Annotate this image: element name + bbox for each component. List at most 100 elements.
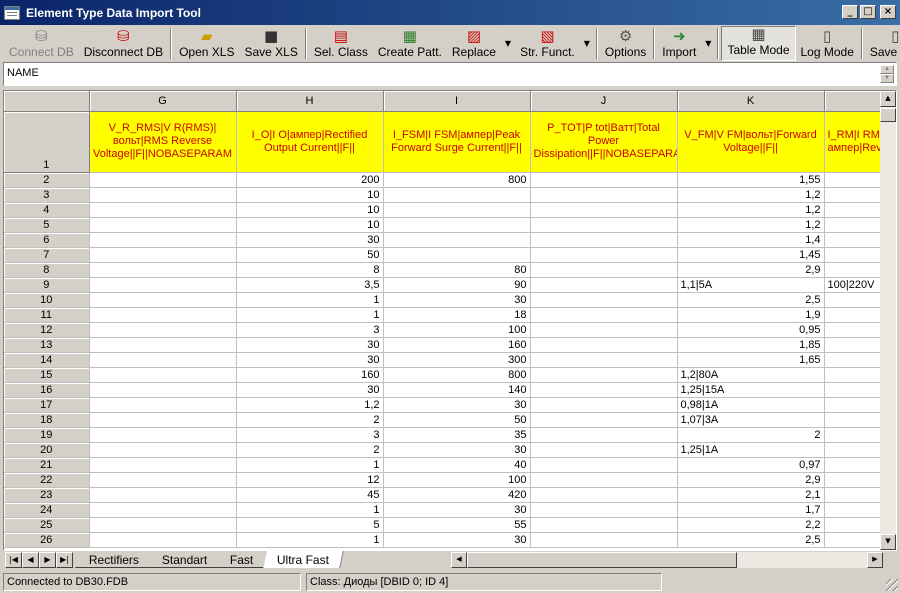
- scroll-up-icon[interactable]: ▲: [880, 91, 896, 107]
- table-cell[interactable]: [824, 172, 881, 188]
- row-header[interactable]: 5: [4, 217, 90, 233]
- table-cell[interactable]: [89, 367, 237, 383]
- table-cell[interactable]: [89, 262, 237, 278]
- import-button[interactable]: ➜ Import: [657, 25, 701, 62]
- table-cell[interactable]: 1,55: [677, 172, 825, 188]
- table-cell[interactable]: 1,25|15A: [677, 382, 825, 398]
- scroll-right-icon[interactable]: ▶: [867, 552, 883, 568]
- table-cell[interactable]: [824, 262, 881, 278]
- table-cell[interactable]: 90: [383, 277, 531, 293]
- table-cell[interactable]: 2: [677, 427, 825, 443]
- table-cell[interactable]: [824, 247, 881, 263]
- table-cell[interactable]: [383, 217, 531, 233]
- table-cell[interactable]: 420: [383, 487, 531, 503]
- table-cell[interactable]: 1,45: [677, 247, 825, 263]
- table-cell[interactable]: [383, 202, 531, 218]
- table-cell[interactable]: 18: [383, 307, 531, 323]
- log-mode-button[interactable]: ▯ Log Mode: [796, 25, 859, 62]
- table-cell[interactable]: [530, 382, 678, 398]
- table-cell[interactable]: 2: [236, 442, 384, 458]
- table-cell[interactable]: 40: [383, 457, 531, 473]
- close-button[interactable]: ×: [880, 5, 896, 19]
- table-cell[interactable]: [824, 217, 881, 233]
- table-cell[interactable]: 30: [236, 337, 384, 353]
- sheet-tab[interactable]: Standart: [148, 551, 223, 568]
- param-header-cell[interactable]: V_R_RMS|V R(RMS)|вольт|RMS Reverse Volta…: [89, 111, 237, 173]
- table-cell[interactable]: 1,85: [677, 337, 825, 353]
- table-cell[interactable]: [89, 532, 237, 548]
- table-cell[interactable]: 8: [236, 262, 384, 278]
- row-header[interactable]: 12: [4, 322, 90, 338]
- table-cell[interactable]: [530, 322, 678, 338]
- cell-content-spinner[interactable]: ▲ ▼: [880, 65, 894, 83]
- table-cell[interactable]: [824, 187, 881, 203]
- table-cell[interactable]: [824, 322, 881, 338]
- row-header[interactable]: 20: [4, 442, 90, 458]
- table-cell[interactable]: [89, 337, 237, 353]
- table-cell[interactable]: 0,97: [677, 457, 825, 473]
- table-cell[interactable]: 30: [383, 442, 531, 458]
- open-xls-button[interactable]: ▰ Open XLS: [174, 25, 239, 62]
- table-cell[interactable]: [89, 232, 237, 248]
- table-cell[interactable]: [89, 457, 237, 473]
- row-header[interactable]: 8: [4, 262, 90, 278]
- column-header[interactable]: I: [383, 91, 531, 112]
- table-cell[interactable]: [824, 352, 881, 368]
- spin-down-icon[interactable]: ▼: [880, 74, 894, 83]
- table-cell[interactable]: 1,07|3A: [677, 412, 825, 428]
- column-header[interactable]: H: [236, 91, 384, 112]
- row-header[interactable]: 18: [4, 412, 90, 428]
- table-cell[interactable]: [530, 517, 678, 533]
- save-log-button[interactable]: ▯ Save Log: [865, 25, 900, 62]
- prev-sheet-icon[interactable]: ◀: [22, 552, 39, 568]
- table-cell[interactable]: [530, 397, 678, 413]
- column-header[interactable]: [824, 91, 881, 112]
- table-cell[interactable]: 30: [383, 502, 531, 518]
- row-header[interactable]: 26: [4, 532, 90, 548]
- param-header-cell[interactable]: P_TOT|P tot|Ватт|Total Power Dissipation…: [530, 111, 678, 173]
- table-cell[interactable]: 30: [236, 382, 384, 398]
- table-cell[interactable]: [530, 442, 678, 458]
- table-cell[interactable]: 1,9: [677, 307, 825, 323]
- table-cell[interactable]: 50: [383, 412, 531, 428]
- table-cell[interactable]: [530, 457, 678, 473]
- param-header-cell[interactable]: I_O|I O|ампер|Rectified Output Current||…: [236, 111, 384, 173]
- table-cell[interactable]: 200: [236, 172, 384, 188]
- table-cell[interactable]: 12: [236, 472, 384, 488]
- table-cell[interactable]: 2,1: [677, 487, 825, 503]
- table-cell[interactable]: 5: [236, 517, 384, 533]
- param-header-cell[interactable]: I_FSM|I FSM|ампер|Peak Forward Surge Cur…: [383, 111, 531, 173]
- sel-class-button[interactable]: ▤ Sel. Class: [309, 25, 373, 62]
- table-cell[interactable]: [824, 532, 881, 548]
- column-header[interactable]: G: [89, 91, 237, 112]
- sheet-tab[interactable]: Rectifiers: [75, 551, 154, 568]
- row-header[interactable]: 17: [4, 397, 90, 413]
- table-cell[interactable]: 2,2: [677, 517, 825, 533]
- table-cell[interactable]: [530, 247, 678, 263]
- table-cell[interactable]: [824, 307, 881, 323]
- row-header[interactable]: 14: [4, 352, 90, 368]
- cell-content-field[interactable]: NAME ▲ ▼: [3, 62, 897, 86]
- table-cell[interactable]: [89, 322, 237, 338]
- table-cell[interactable]: 140: [383, 382, 531, 398]
- table-cell[interactable]: [89, 502, 237, 518]
- table-cell[interactable]: [383, 232, 531, 248]
- column-header[interactable]: K: [677, 91, 825, 112]
- table-cell[interactable]: 1,1|5A: [677, 277, 825, 293]
- table-cell[interactable]: [530, 172, 678, 188]
- table-cell[interactable]: 1,25|1A: [677, 442, 825, 458]
- string-function-dropdown-arrow-icon[interactable]: ▼: [580, 39, 594, 48]
- table-cell[interactable]: 0,95: [677, 322, 825, 338]
- table-cell[interactable]: 1,2|80A: [677, 367, 825, 383]
- replace-dropdown-arrow-icon[interactable]: ▼: [501, 39, 515, 48]
- connect-db-button[interactable]: ⛁ Connect DB: [4, 25, 79, 62]
- table-cell[interactable]: 30: [236, 352, 384, 368]
- table-cell[interactable]: 0,98|1A: [677, 397, 825, 413]
- table-cell[interactable]: [89, 172, 237, 188]
- row-header[interactable]: 1: [4, 111, 90, 173]
- table-cell[interactable]: 1: [236, 292, 384, 308]
- table-cell[interactable]: 160: [236, 367, 384, 383]
- table-cell[interactable]: 10: [236, 217, 384, 233]
- save-xls-button[interactable]: ■ Save XLS: [239, 25, 302, 62]
- column-header[interactable]: J: [530, 91, 678, 112]
